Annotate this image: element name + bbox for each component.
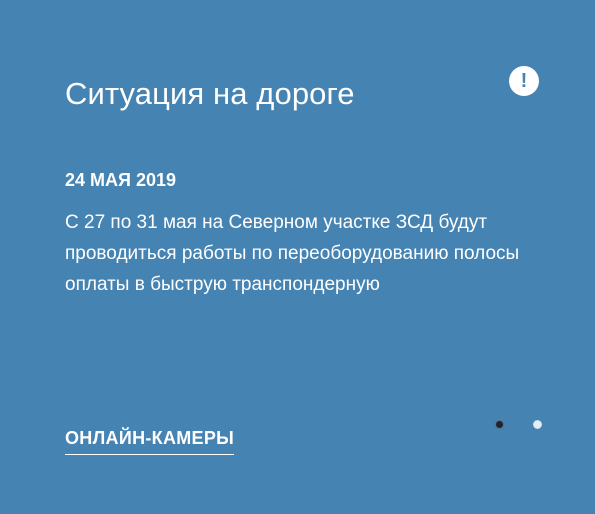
exclamation-circle-icon[interactable]: !	[509, 66, 539, 96]
road-situation-card: Ситуация на дороге ! 24 МАЯ 2019 С 27 по…	[0, 0, 595, 514]
news-date: 24 МАЯ 2019	[65, 170, 176, 190]
news-text: С 27 по 31 мая на Северном участке ЗСД б…	[65, 212, 520, 295]
pagination-dot-2[interactable]	[533, 420, 542, 429]
online-cameras-link[interactable]: ОНЛАЙН-КАМЕРЫ	[65, 426, 235, 455]
widget-title: Ситуация на дороге	[65, 76, 355, 111]
pagination-dot-1[interactable]	[495, 420, 504, 429]
